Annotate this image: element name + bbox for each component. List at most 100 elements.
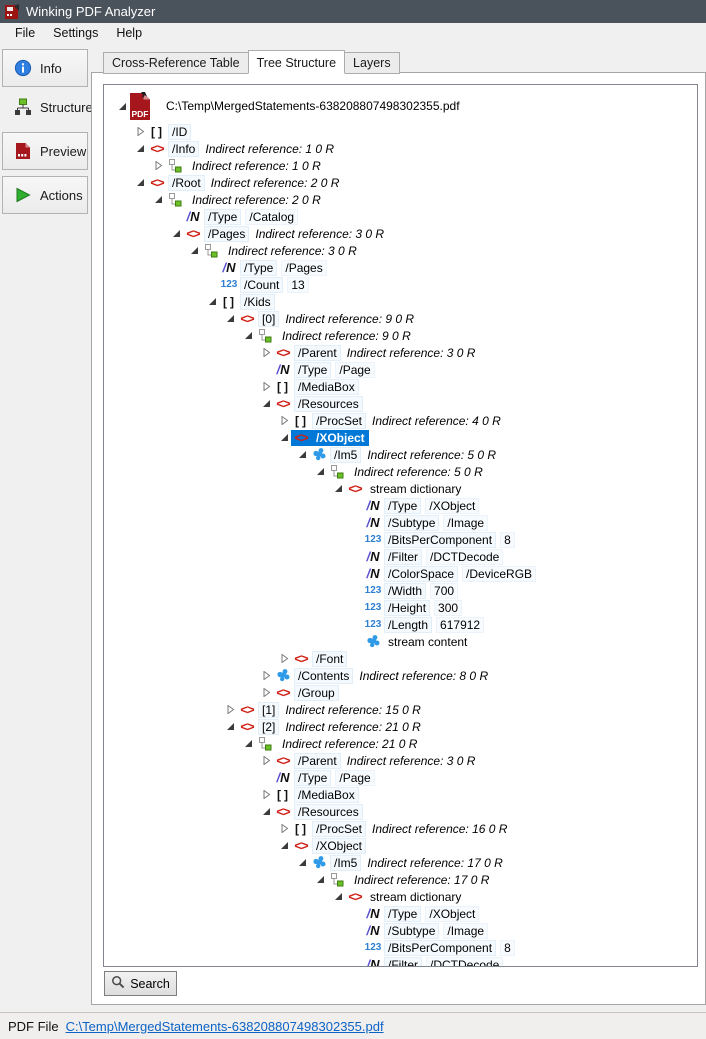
- tree-expander-expanded-icon[interactable]: [224, 722, 237, 731]
- tree-row[interactable]: <>stream dictionary: [106, 480, 697, 497]
- tree-row[interactable]: /N/Type/Page: [106, 361, 697, 378]
- tree-row[interactable]: <>[0]Indirect reference: 9 0 R: [106, 310, 697, 327]
- tree-row[interactable]: <>/Resources: [106, 395, 697, 412]
- sidebar-item-actions[interactable]: Actions: [2, 176, 88, 214]
- tree-row[interactable]: 123/BitsPerComponent8: [106, 939, 697, 956]
- tree-expander-expanded-icon[interactable]: [260, 807, 273, 816]
- tree-row[interactable]: /N/Subtype/Image: [106, 514, 697, 531]
- tree-row[interactable]: 123/BitsPerComponent8: [106, 531, 697, 548]
- sidebar-item-preview[interactable]: Preview: [2, 132, 88, 170]
- sidebar-item-info[interactable]: Info: [2, 49, 88, 87]
- tree-row[interactable]: /N/Filter/DCTDecode: [106, 956, 697, 967]
- tab-tree-structure[interactable]: Tree Structure: [248, 50, 345, 74]
- tree-row[interactable]: /N/Type/Pages: [106, 259, 697, 276]
- tree-row[interactable]: /N/Type/XObject: [106, 905, 697, 922]
- tree-row[interactable]: <>/Resources: [106, 803, 697, 820]
- tree-expander-expanded-icon[interactable]: [116, 102, 129, 111]
- tree-row[interactable]: [ ]/MediaBox: [106, 786, 697, 803]
- search-button[interactable]: Search: [104, 971, 177, 996]
- menu-item-help[interactable]: Help: [107, 25, 151, 41]
- tree-row[interactable]: <>/InfoIndirect reference: 1 0 R: [106, 140, 697, 157]
- tree-expander-collapsed-icon[interactable]: [224, 705, 237, 714]
- tree-row[interactable]: [ ]/ID: [106, 123, 697, 140]
- tree-expander-collapsed-icon[interactable]: [260, 671, 273, 680]
- tree-row[interactable]: /N/Subtype/Image: [106, 922, 697, 939]
- tree-row[interactable]: /N/Type/XObject: [106, 497, 697, 514]
- tree-expander-expanded-icon[interactable]: [314, 875, 327, 884]
- tab-cross-reference-table[interactable]: Cross-Reference Table: [103, 52, 249, 74]
- tree-expander-collapsed-icon[interactable]: [152, 161, 165, 170]
- svg-text:PDF: PDF: [132, 109, 149, 119]
- tree-expander-expanded-icon[interactable]: [242, 739, 255, 748]
- tree-expander-expanded-icon[interactable]: [188, 246, 201, 255]
- sidebar-item-structure[interactable]: Structure: [2, 88, 88, 126]
- tree-row[interactable]: <>/Font: [106, 650, 697, 667]
- tree-row[interactable]: [ ]/ProcSetIndirect reference: 16 0 R: [106, 820, 697, 837]
- tree-row[interactable]: Indirect reference: 9 0 R: [106, 327, 697, 344]
- tree-row[interactable]: Indirect reference: 1 0 R: [106, 157, 697, 174]
- tree-row[interactable]: Indirect reference: 5 0 R: [106, 463, 697, 480]
- tree-expander-expanded-icon[interactable]: [170, 229, 183, 238]
- tree-row[interactable]: /N/Type/Page: [106, 769, 697, 786]
- tree-row[interactable]: 123/Count13: [106, 276, 697, 293]
- node-label: /Filter: [384, 549, 422, 565]
- tree-expander-collapsed-icon[interactable]: [278, 416, 291, 425]
- tree-row[interactable]: [ ]/MediaBox: [106, 378, 697, 395]
- tree-expander-collapsed-icon[interactable]: [260, 790, 273, 799]
- pdf-tree-view[interactable]: PDFC:\Temp\MergedStatements-638208807498…: [103, 84, 698, 967]
- tree-row[interactable]: <>[2]Indirect reference: 21 0 R: [106, 718, 697, 735]
- tree-expander-collapsed-icon[interactable]: [260, 756, 273, 765]
- tree-row[interactable]: Indirect reference: 17 0 R: [106, 871, 697, 888]
- tree-row[interactable]: [ ]/Kids: [106, 293, 697, 310]
- tree-expander-expanded-icon[interactable]: [134, 144, 147, 153]
- tree-row[interactable]: Indirect reference: 3 0 R: [106, 242, 697, 259]
- tree-expander-expanded-icon[interactable]: [152, 195, 165, 204]
- tree-row[interactable]: 123/Width700: [106, 582, 697, 599]
- tree-expander-collapsed-icon[interactable]: [260, 348, 273, 357]
- tree-expander-expanded-icon[interactable]: [206, 297, 219, 306]
- tree-expander-expanded-icon[interactable]: [296, 858, 309, 867]
- tree-row[interactable]: <>/Group: [106, 684, 697, 701]
- tree-row[interactable]: /ContentsIndirect reference: 8 0 R: [106, 667, 697, 684]
- tree-row[interactable]: /Im5Indirect reference: 17 0 R: [106, 854, 697, 871]
- tree-row[interactable]: /N/Type/Catalog: [106, 208, 697, 225]
- tree-expander-expanded-icon[interactable]: [224, 314, 237, 323]
- tree-row[interactable]: [ ]/ProcSetIndirect reference: 4 0 R: [106, 412, 697, 429]
- tree-expander-expanded-icon[interactable]: [134, 178, 147, 187]
- tree-row[interactable]: 123/Height300: [106, 599, 697, 616]
- tree-row[interactable]: /N/ColorSpace/DeviceRGB: [106, 565, 697, 582]
- tree-expander-expanded-icon[interactable]: [296, 450, 309, 459]
- tree-expander-expanded-icon[interactable]: [332, 892, 345, 901]
- tree-row[interactable]: <>/XObject: [106, 837, 697, 854]
- tree-row[interactable]: <>stream dictionary: [106, 888, 697, 905]
- tree-expander-collapsed-icon[interactable]: [134, 127, 147, 136]
- tree-expander-expanded-icon[interactable]: [278, 433, 291, 442]
- tree-row[interactable]: <>/PagesIndirect reference: 3 0 R: [106, 225, 697, 242]
- pdf-file-link[interactable]: C:\Temp\MergedStatements-638208807498302…: [66, 1019, 384, 1034]
- tree-row[interactable]: 123/Length617912: [106, 616, 697, 633]
- tree-row[interactable]: <>/XObject: [106, 429, 697, 446]
- tree-expander-collapsed-icon[interactable]: [278, 824, 291, 833]
- tree-row[interactable]: <>/ParentIndirect reference: 3 0 R: [106, 344, 697, 361]
- tree-row[interactable]: /Im5Indirect reference: 5 0 R: [106, 446, 697, 463]
- tab-layers[interactable]: Layers: [344, 52, 400, 74]
- tree-expander-collapsed-icon[interactable]: [260, 382, 273, 391]
- tree-expander-expanded-icon[interactable]: [314, 467, 327, 476]
- tree-row[interactable]: Indirect reference: 2 0 R: [106, 191, 697, 208]
- tree-expander-collapsed-icon[interactable]: [260, 688, 273, 697]
- tree-expander-expanded-icon[interactable]: [332, 484, 345, 493]
- tree-row[interactable]: PDFC:\Temp\MergedStatements-638208807498…: [106, 89, 697, 123]
- tree-expander-expanded-icon[interactable]: [242, 331, 255, 340]
- node-value: 700: [430, 583, 458, 599]
- menu-item-settings[interactable]: Settings: [44, 25, 107, 41]
- tree-row[interactable]: <>/RootIndirect reference: 2 0 R: [106, 174, 697, 191]
- tree-row[interactable]: Indirect reference: 21 0 R: [106, 735, 697, 752]
- tree-expander-expanded-icon[interactable]: [260, 399, 273, 408]
- menu-item-file[interactable]: File: [6, 25, 44, 41]
- tree-row[interactable]: <>/ParentIndirect reference: 3 0 R: [106, 752, 697, 769]
- tree-expander-expanded-icon[interactable]: [278, 841, 291, 850]
- tree-expander-collapsed-icon[interactable]: [278, 654, 291, 663]
- tree-row[interactable]: /N/Filter/DCTDecode: [106, 548, 697, 565]
- tree-row[interactable]: <>[1]Indirect reference: 15 0 R: [106, 701, 697, 718]
- tree-row[interactable]: stream content: [106, 633, 697, 650]
